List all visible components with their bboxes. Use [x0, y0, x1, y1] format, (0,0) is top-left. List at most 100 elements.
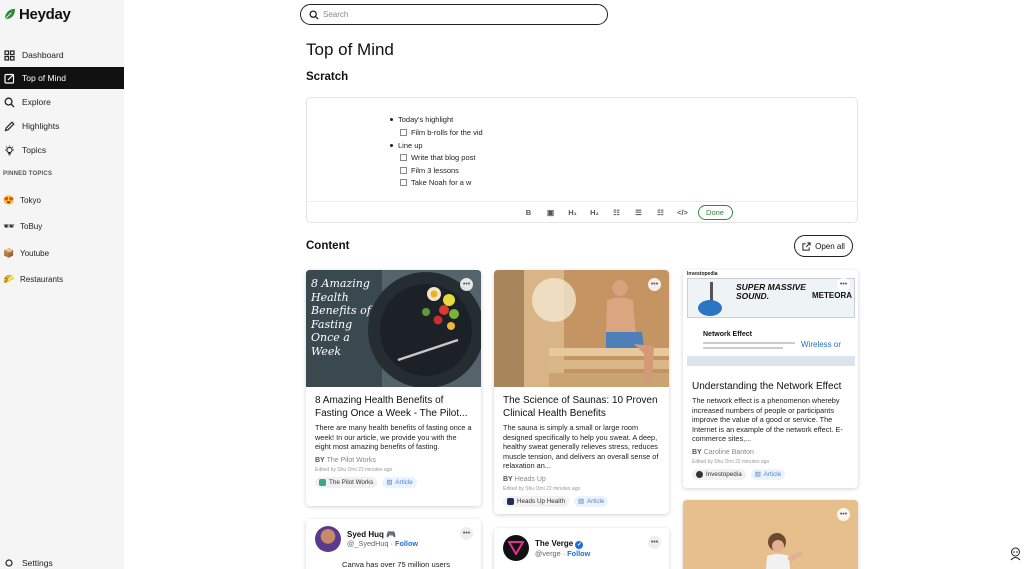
card-title[interactable]: The Science of Saunas: 10 Proven Clinica… — [494, 387, 669, 420]
pinned-topic-label: Youtube — [20, 248, 50, 258]
verified-badge-icon: ✓ — [575, 540, 584, 549]
type-tag[interactable]: ▧ Article — [382, 476, 417, 488]
article-icon: ▧ — [754, 470, 761, 478]
content-card[interactable]: ••• — [683, 500, 858, 569]
source-tag[interactable]: Investopedia — [692, 468, 746, 480]
scratch-editor[interactable]: Today's highlight Film b-rolls for the v… — [306, 97, 858, 223]
todo-text: Film 3 lessons — [411, 165, 459, 175]
bulb-icon — [3, 144, 15, 156]
open-all-button[interactable]: Open all — [794, 235, 853, 257]
more-options-icon[interactable]: ••• — [837, 278, 850, 291]
inline-code-button[interactable]: </> — [672, 208, 694, 217]
code-block-button[interactable]: ▣ — [540, 208, 562, 217]
tweet-text: Canva has over 75 million users — [342, 560, 451, 569]
follow-link[interactable]: Follow — [395, 539, 418, 548]
type-tag[interactable]: ▧ Article — [750, 468, 786, 480]
thumbnail-title: 8 Amazing Health Benefits of Fasting Onc… — [311, 277, 371, 358]
content-heading: Content — [306, 240, 350, 252]
todo-item[interactable]: Film 3 lessons — [390, 164, 483, 177]
page-title: Top of Mind — [306, 40, 394, 59]
todo-item[interactable]: Take Noah for a w — [390, 177, 483, 190]
pinned-topic-restaurants[interactable]: 🌮 Restaurants — [0, 270, 63, 288]
card-thumbnail: ••• — [494, 270, 669, 387]
bullet-list-button[interactable]: ☰ — [628, 208, 650, 217]
card-author: BY Caroline Banton — [683, 444, 858, 456]
content-card[interactable]: ••• The Science of Saunas: 10 Proven Cli… — [494, 270, 669, 514]
todo-item[interactable]: Film b-rolls for the vid — [390, 126, 483, 139]
card-tags: Heads Up Health ▧ Article — [494, 492, 669, 507]
sidebar-item-label: Top of Mind — [22, 73, 66, 83]
author-prefix: BY — [503, 475, 513, 483]
tweet-author-name: Syed Huq 🎮 — [347, 530, 397, 539]
search-icon — [3, 96, 15, 108]
todo-text: Film b-rolls for the vid — [411, 127, 483, 137]
sidebar-item-label: Explore — [22, 97, 51, 107]
more-options-icon[interactable]: ••• — [648, 536, 661, 549]
card-thumbnail: 8 Amazing Health Benefits of Fasting Onc… — [306, 270, 481, 387]
pinned-topic-tokyo[interactable]: 😍 Tokyo — [0, 191, 41, 209]
search-bar[interactable] — [300, 4, 608, 25]
done-button[interactable]: Done — [697, 205, 733, 220]
content-card[interactable]: Investopedia SUPER MASSIVE SOUND. METEOR… — [683, 270, 858, 488]
sidebar-item-explore[interactable]: Explore — [0, 91, 124, 113]
todo-checkbox[interactable] — [400, 154, 407, 162]
app-logo[interactable]: Heyday — [3, 6, 71, 23]
tweet-header: The Verge ✓ @verge · Follow — [494, 528, 669, 561]
card-edited: Edited by Shu Omi 23 minutes ago — [315, 466, 393, 473]
help-bot-icon[interactable] — [1009, 546, 1022, 564]
article-icon: ▧ — [386, 478, 393, 486]
card-description: The sauna is simply a small or large roo… — [503, 423, 659, 471]
follow-link[interactable]: Follow — [567, 549, 590, 558]
source-tag[interactable]: Heads Up Health — [503, 495, 569, 507]
search-icon — [309, 9, 319, 20]
thumbnail-brand: Investopedia — [687, 271, 718, 277]
sidebar-item-dashboard[interactable]: Dashboard — [0, 44, 124, 66]
numbered-list-button[interactable]: ☷ — [650, 208, 672, 217]
pinned-topics-heading: PINNED TOPICS — [3, 171, 53, 177]
heading-1-button[interactable]: H₁ — [562, 208, 584, 217]
search-input[interactable] — [323, 10, 593, 19]
sidebar-item-topics[interactable]: Topics — [0, 139, 124, 161]
source-logo-icon — [507, 497, 514, 505]
card-title[interactable]: Understanding the Network Effect — [683, 373, 858, 393]
bold-button[interactable]: B — [518, 208, 540, 217]
card-description: The network effect is a phenomenon where… — [692, 396, 843, 444]
todo-checkbox[interactable] — [400, 128, 407, 136]
sidebar-item-settings[interactable]: Settings — [0, 556, 124, 569]
pinned-topic-youtube[interactable]: 📦 Youtube — [0, 244, 49, 262]
tweet-card[interactable]: ••• The Verge ✓ @verge · Follow — [494, 528, 669, 569]
tweet-card[interactable]: ••• Syed Huq 🎮 @_SyedHuq · Follow Canva … — [306, 519, 481, 569]
scratch-content[interactable]: Today's highlight Film b-rolls for the v… — [390, 113, 483, 189]
bullet-text: Today's highlight — [398, 115, 454, 124]
sidebar-item-label: Settings — [22, 557, 53, 568]
heading-2-button[interactable]: H₂ — [584, 208, 606, 217]
more-options-icon[interactable]: ••• — [648, 278, 661, 291]
sidebar-item-label: Topics — [22, 145, 47, 155]
todo-checkbox[interactable] — [400, 166, 407, 174]
settings-icon — [3, 557, 15, 569]
more-options-icon[interactable]: ••• — [460, 278, 473, 291]
todo-checkbox[interactable] — [400, 179, 407, 187]
checklist-button[interactable]: ☷ — [606, 208, 628, 217]
more-options-icon[interactable]: ••• — [460, 527, 473, 540]
sidebar-item-top-of-mind[interactable]: Top of Mind — [0, 67, 124, 89]
card-title[interactable]: 8 Amazing Health Benefits of Fasting Onc… — [306, 387, 481, 420]
taco-emoji-icon: 🌮 — [3, 273, 15, 284]
avatar[interactable] — [315, 526, 341, 552]
avatar[interactable] — [503, 535, 529, 561]
banner-slogan: SUPER MASSIVE SOUND. — [736, 282, 806, 301]
content-card[interactable]: 8 Amazing Health Benefits of Fasting Onc… — [306, 270, 481, 506]
sidebar-item-highlights[interactable]: Highlights — [0, 115, 124, 137]
grid-icon — [3, 49, 15, 61]
card-author: BY Heads Up — [494, 471, 669, 483]
more-options-icon[interactable]: ••• — [837, 508, 850, 521]
type-label: Article — [586, 497, 605, 505]
thumbnail-banner: SUPER MASSIVE SOUND. METEORA — [687, 278, 855, 318]
todo-item[interactable]: Write that blog post — [390, 152, 483, 165]
pinned-topic-tobuy[interactable]: 🕶 ToBuy — [0, 217, 42, 235]
banner-brand: METEORA — [812, 291, 852, 300]
type-tag[interactable]: ▧ Article — [573, 495, 609, 507]
source-tag[interactable]: The Pilot Works — [315, 476, 378, 488]
author-name: Heads Up — [514, 475, 546, 483]
pinned-topic-label: Restaurants — [20, 274, 64, 284]
